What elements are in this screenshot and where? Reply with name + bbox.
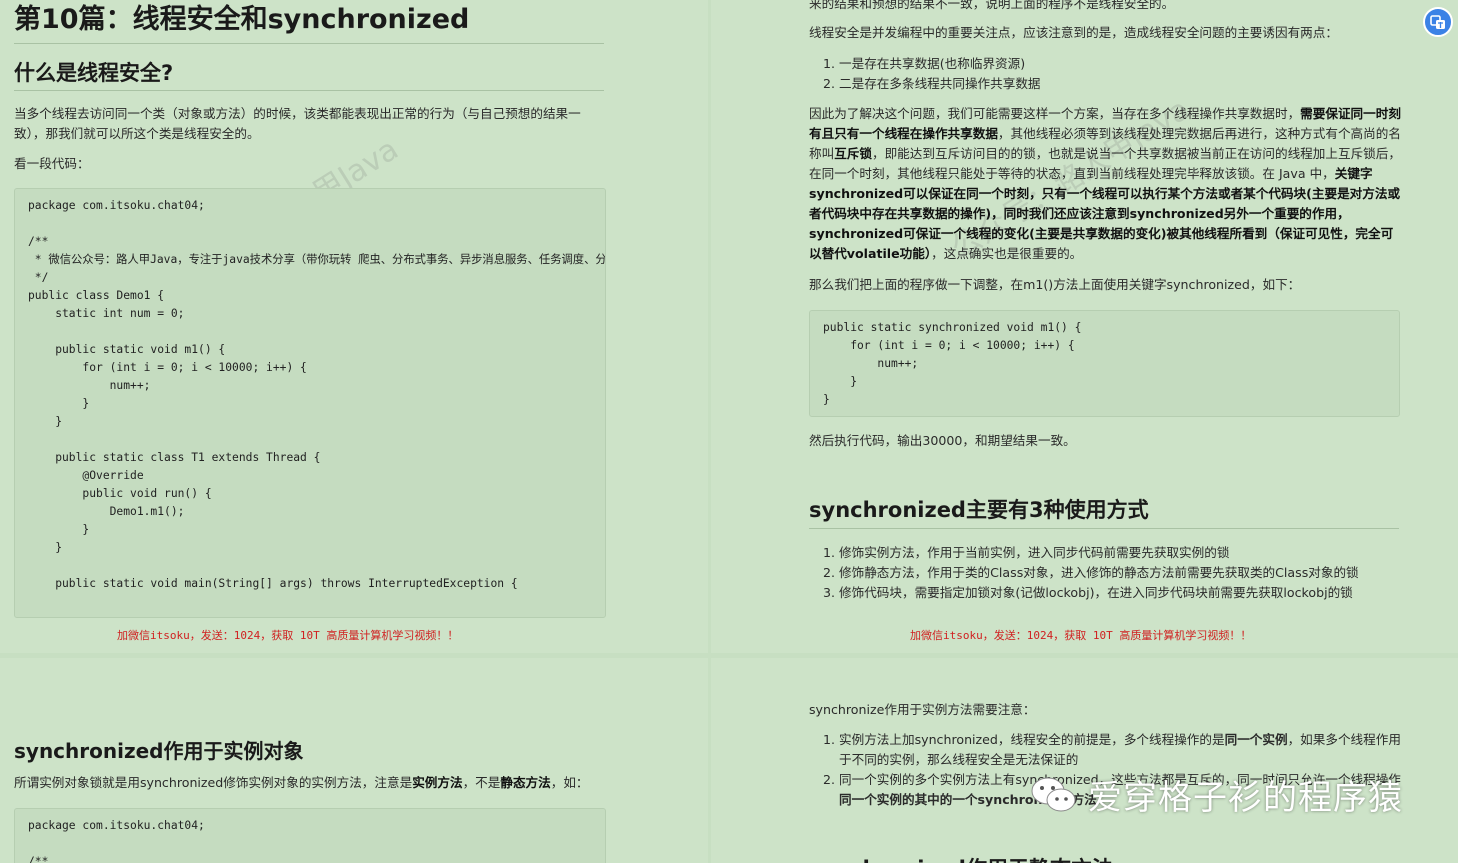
heading-rule xyxy=(14,90,604,91)
code-line: } xyxy=(28,415,63,428)
code-line: package com.itsoku.chat04; xyxy=(28,199,205,212)
code-line: } xyxy=(28,523,90,536)
title-rule xyxy=(14,43,604,44)
code-line: public static void main(String[] args) t… xyxy=(28,577,518,590)
list-item: 修饰代码块，需要指定加锁对象(记做lockobj)，在进入同步代码块前需要先获取… xyxy=(839,583,1419,603)
paragraph: synchronize作用于实例方法需要注意： xyxy=(809,702,1036,717)
heading-usage: synchronized主要有3种使用方式 xyxy=(809,498,1149,522)
page-4: synchronize作用于实例方法需要注意： 实例方法上加synchroniz… xyxy=(711,658,1458,863)
article-title: 第10篇：线程安全和synchronized xyxy=(14,4,470,35)
brand-text: 爱穿格子衫的程序猿 xyxy=(1088,778,1403,818)
code-line: } xyxy=(28,397,90,410)
code-line: public void run() { xyxy=(28,487,212,500)
paragraph: 线程安全是并发编程中的重要关注点，应该注意到的是，造成线程安全问题的主要诱因有两… xyxy=(809,25,1338,40)
code-comment: /** xyxy=(28,235,49,248)
code-line: public static synchronized void m1() { xyxy=(823,321,1082,334)
code-line: num++; xyxy=(28,379,151,392)
code-line: } xyxy=(28,541,63,554)
code-line: public class Demo1 { xyxy=(28,289,165,302)
paragraph-mutex: 因此为了解决这个问题，我们可能需要这样一个方案，当存在多个线程操作共享数据时，需… xyxy=(809,106,1401,261)
list-item: 一是存在共享数据(也称临界资源) xyxy=(839,54,1399,74)
code-line: Demo1.m1(); xyxy=(28,505,185,518)
brand-watermark: 爱穿格子衫的程序猿 xyxy=(1030,770,1403,819)
list-item: 修饰静态方法，作用于类的Class对象，进入修饰的静态方法前需要先获取类的Cla… xyxy=(839,563,1419,583)
code-block: package com.itsoku.chat04; /** xyxy=(14,808,606,863)
heading-what-is-thread-safety: 什么是线程安全? xyxy=(14,61,174,85)
code-comment: */ xyxy=(28,271,49,284)
translate-icon xyxy=(1430,15,1445,29)
code-line: package com.itsoku.chat04; xyxy=(28,819,205,832)
code-line: public static void m1() { xyxy=(28,343,226,356)
heading-instance: synchronized作用于实例对象 xyxy=(14,739,304,763)
list-item: 实例方法上加synchronized，线程安全的前提是，多个线程操作的是同一个实… xyxy=(839,730,1409,770)
page-footer-ad: 加微信itsoku，发送：1024，获取 10T 高质量计算机学习视频！！ xyxy=(910,629,1252,642)
page-1: 公众号：路人甲Java 第10篇：线程安全和synchronized 什么是线程… xyxy=(0,0,708,653)
wechat-icon xyxy=(1031,777,1076,811)
heading-static: synchronized作用于静态方法 xyxy=(809,853,1113,863)
list-item: 二是存在多条线程共同操作共享数据 xyxy=(839,74,1399,94)
code-line: } xyxy=(823,375,858,388)
page-footer-ad: 加微信itsoku，发送：1024，获取 10T 高质量计算机学习视频！！ xyxy=(117,629,459,642)
code-line: @Override xyxy=(28,469,144,482)
paragraph-fragment: 来的结果和预想的结果不一致，说明上面的程序不是线程安全的。 xyxy=(809,0,1175,11)
code-comment: /** xyxy=(28,855,49,863)
cause-list: 一是存在共享数据(也称临界资源) 二是存在多条线程共同操作共享数据 xyxy=(809,54,1399,94)
paragraph: 那么我们把上面的程序做一下调整，在m1()方法上面使用关键字synchroniz… xyxy=(809,277,1301,292)
paragraph: 所谓实例对象锁就是用synchronized修饰实例对象的实例方法，注意是实例方… xyxy=(14,775,589,790)
code-comment: * 微信公众号：路人甲Java，专注于java技术分享（带你玩转 爬虫、分布式事… xyxy=(34,253,606,266)
code-line: } xyxy=(823,393,830,406)
code-line: for (int i = 0; i < 10000; i++) { xyxy=(28,361,307,374)
list-item: 修饰实例方法，作用于当前实例，进入同步代码前需要先获取实例的锁 xyxy=(839,543,1419,563)
paragraph: 然后执行代码，输出30000，和期望结果一致。 xyxy=(809,433,1076,448)
code-line: for (int i = 0; i < 10000; i++) { xyxy=(823,339,1075,352)
code-line: public static class T1 extends Thread { xyxy=(28,451,321,464)
paragraph: 看一段代码： xyxy=(14,156,90,171)
usage-list: 修饰实例方法，作用于当前实例，进入同步代码前需要先获取实例的锁 修饰静态方法，作… xyxy=(809,543,1419,603)
code-line: static int num = 0; xyxy=(28,307,185,320)
paragraph: 当多个线程去访问同一个类（对象或方法）的时候，该类都能表现出正常的行为（与自己预… xyxy=(14,106,581,141)
heading-rule xyxy=(809,528,1399,529)
code-block: public static synchronized void m1() { f… xyxy=(809,310,1400,417)
page-3: synchronized作用于实例对象 所谓实例对象锁就是用synchroniz… xyxy=(0,658,708,863)
translate-button[interactable] xyxy=(1423,7,1453,37)
code-line: num++; xyxy=(823,357,919,370)
code-block: package com.itsoku.chat04; /** * 微信公众号：路… xyxy=(14,188,606,618)
page-2: 公众号：路人甲Java 来的结果和预想的结果不一致，说明上面的程序不是线程安全的… xyxy=(711,0,1458,653)
